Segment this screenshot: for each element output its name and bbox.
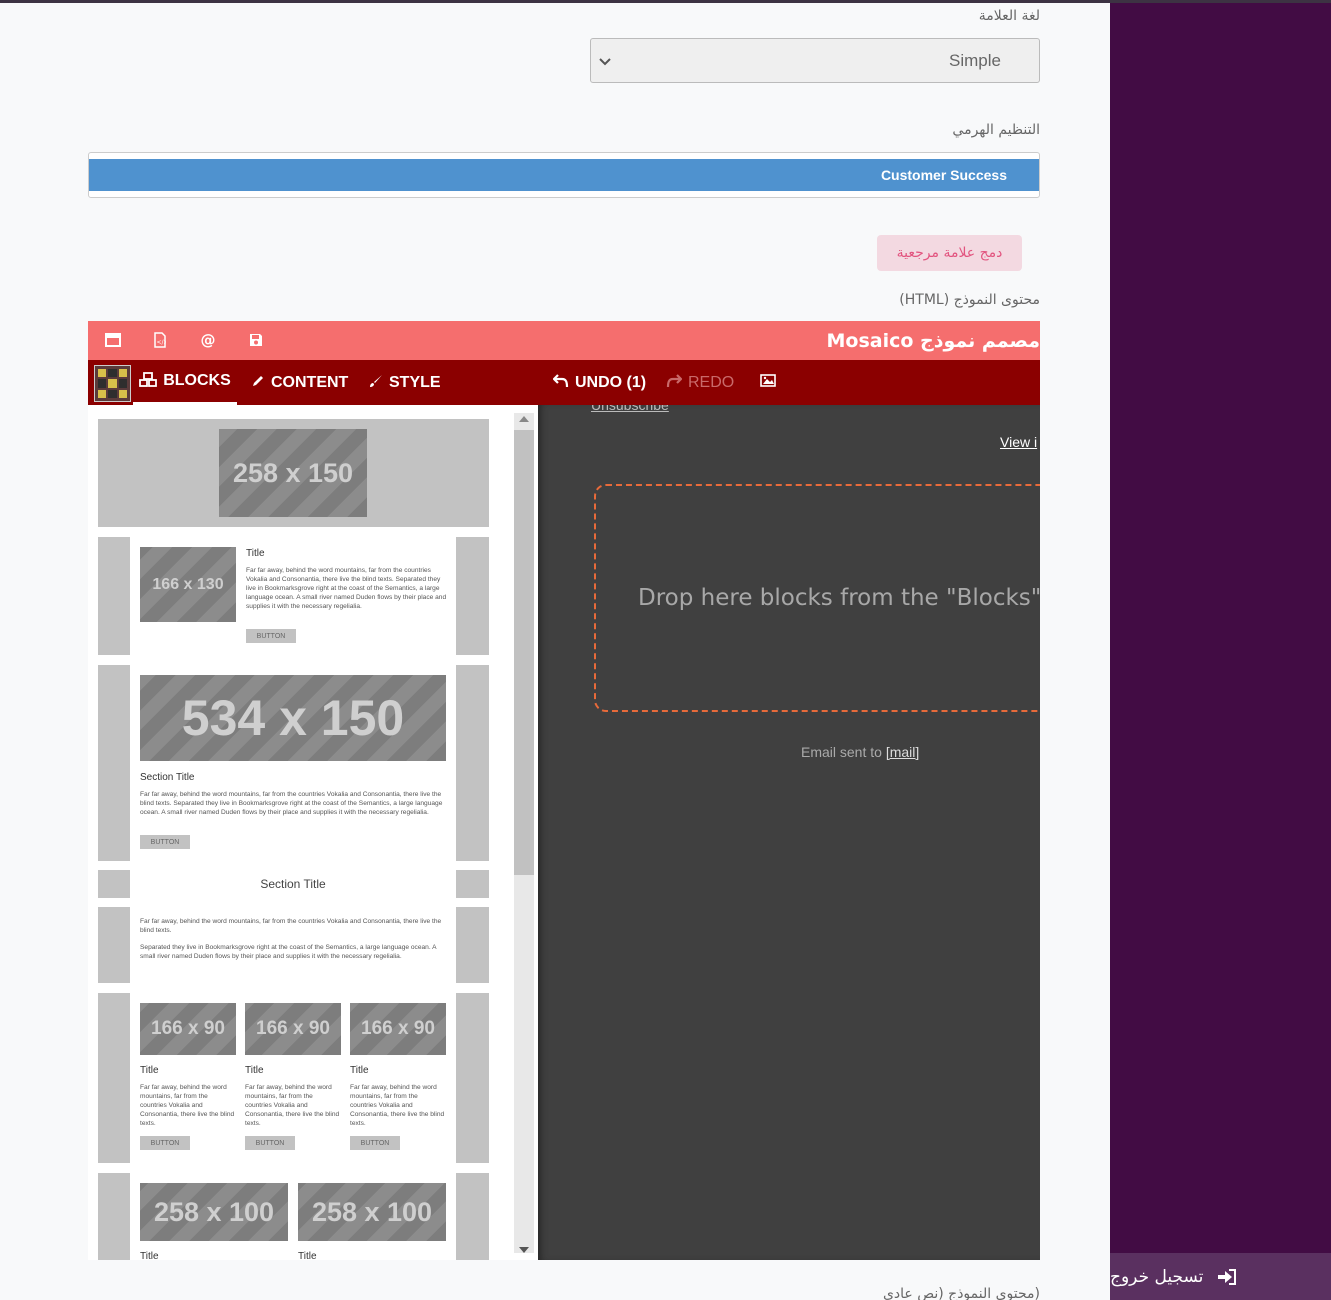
chevron-down-icon — [599, 51, 611, 70]
brush-icon — [369, 374, 383, 392]
image-placeholder: 534 x 150 — [140, 675, 446, 761]
section-title: Section Title — [260, 877, 326, 891]
editor-title: مصمم نموذج Mosaico — [826, 330, 1040, 352]
image-placeholder: 258 x 100 — [140, 1183, 288, 1241]
save-icon[interactable] — [247, 331, 265, 349]
image-placeholder: 166 x 90 — [140, 1003, 236, 1055]
at-icon[interactable]: @ — [199, 331, 217, 349]
image-placeholder: 166 x 130 — [140, 547, 236, 622]
email-sent-to: Email sent to [mail] — [801, 744, 920, 760]
hierarchy-field[interactable]: Customer Success — [88, 152, 1040, 198]
block-image-text[interactable]: 166 x 130 Title Far far away, behind the… — [98, 537, 489, 655]
view-in-browser-link[interactable]: View i — [1000, 434, 1037, 450]
redo-icon — [666, 373, 683, 392]
block-text: Far far away, behind the word mountains,… — [140, 791, 443, 816]
drop-zone-text: Drop here blocks from the "Blocks" — [638, 585, 1040, 611]
undo-icon — [552, 373, 569, 392]
code-file-icon[interactable]: </> — [151, 331, 169, 349]
block-section-title[interactable]: Section Title — [98, 870, 489, 898]
block-title: Section Title — [140, 772, 195, 783]
editor-top-bar: </> @ مصمم نموذج Mosaico — [88, 321, 1040, 360]
tab-content[interactable]: CONTENT — [251, 360, 348, 405]
tab-style[interactable]: STYLE — [369, 360, 441, 405]
block-title: Title — [140, 1251, 159, 1260]
cubes-icon — [139, 371, 158, 391]
image-placeholder: 166 x 90 — [245, 1003, 341, 1055]
editor-toolbar: BLOCKS CONTENT STYLE UNDO (1) REDO — [88, 360, 1040, 405]
scroll-down-arrow[interactable] — [519, 1247, 529, 1253]
block-button: BUTTON — [245, 1136, 295, 1150]
tab-blocks[interactable]: BLOCKS — [133, 360, 237, 405]
block-button: BUTTON — [350, 1136, 400, 1150]
email-canvas[interactable]: Unsubscribe View i Drop here blocks from… — [538, 405, 1040, 1260]
image-placeholder: 166 x 90 — [350, 1003, 446, 1055]
block-title: Title — [245, 1065, 264, 1076]
block-text: Separated they live in Bookmarksgrove ri… — [140, 944, 437, 960]
mosaico-editor: </> @ مصمم نموذج Mosaico BLOCKS CONTENT — [88, 321, 1040, 1260]
merge-bookmark-button[interactable]: دمج علامة مرجعية — [877, 235, 1022, 271]
template-text-label: (محتوى النموذج (نص عادي — [882, 1286, 1040, 1300]
hierarchy-label: التنظيم الهرمي — [952, 122, 1040, 138]
window-icon[interactable] — [104, 331, 122, 349]
unsubscribe-link[interactable]: Unsubscribe — [591, 405, 669, 413]
undo-button[interactable]: UNDO (1) — [552, 360, 646, 405]
svg-text:</>: </> — [157, 339, 167, 346]
block-title: Title — [140, 1065, 159, 1076]
sign-out-icon — [1217, 1268, 1237, 1285]
scrollbar-thumb[interactable] — [514, 430, 534, 875]
blocks-scrollbar[interactable] — [514, 413, 534, 1253]
block-text: Far far away, behind the word mountains,… — [350, 1084, 445, 1127]
block-big-image[interactable]: 534 x 150 Section Title Far far away, be… — [98, 665, 489, 861]
scroll-up-arrow[interactable] — [519, 416, 529, 422]
block-button: BUTTON — [140, 1136, 190, 1150]
block-text-only[interactable]: Far far away, behind the word mountains,… — [98, 907, 489, 983]
block-image-full[interactable]: 258 x 150 — [98, 419, 489, 527]
block-title: Title — [350, 1065, 369, 1076]
logout-button[interactable]: تسجيل خروج — [1110, 1253, 1331, 1300]
hierarchy-tag[interactable]: Customer Success — [89, 159, 1039, 191]
right-sidebar: تسجيل خروج — [1110, 3, 1331, 1300]
block-button: BUTTON — [140, 835, 190, 849]
blocks-panel[interactable]: 258 x 150 166 x 130 Title Far far away, … — [88, 405, 538, 1260]
block-two-columns[interactable]: 258 x 100 258 x 100 Title Title — [98, 1173, 489, 1260]
block-button: BUTTON — [246, 629, 296, 643]
block-title: Title — [246, 548, 265, 559]
block-text: Far far away, behind the word mountains,… — [245, 1084, 340, 1127]
block-text: Far far away, behind the word mountains,… — [140, 1084, 235, 1127]
brand-language-select[interactable]: Simple — [590, 38, 1040, 83]
brand-language-label: لغة العلامة — [978, 8, 1040, 24]
drop-zone[interactable]: Drop here blocks from the "Blocks" — [594, 484, 1040, 712]
image-placeholder: 258 x 150 — [219, 429, 367, 517]
image-icon — [760, 373, 776, 392]
block-text: Far far away, behind the word mountains,… — [140, 918, 442, 934]
template-html-label: محتوى النموذج (HTML) — [899, 292, 1040, 308]
image-placeholder: 258 x 100 — [298, 1183, 446, 1241]
gallery-button[interactable] — [760, 360, 776, 405]
mail-placeholder-link[interactable]: [mail] — [886, 744, 919, 760]
block-three-columns[interactable]: 166 x 90 166 x 90 166 x 90 Title Title T… — [98, 993, 489, 1163]
redo-button[interactable]: REDO — [666, 360, 734, 405]
block-title: Title — [298, 1251, 317, 1260]
pencil-icon — [251, 374, 265, 392]
block-text: Far far away, behind the word mountains,… — [246, 567, 447, 610]
mosaico-logo — [94, 365, 131, 402]
brand-language-value: Simple — [949, 50, 1001, 70]
